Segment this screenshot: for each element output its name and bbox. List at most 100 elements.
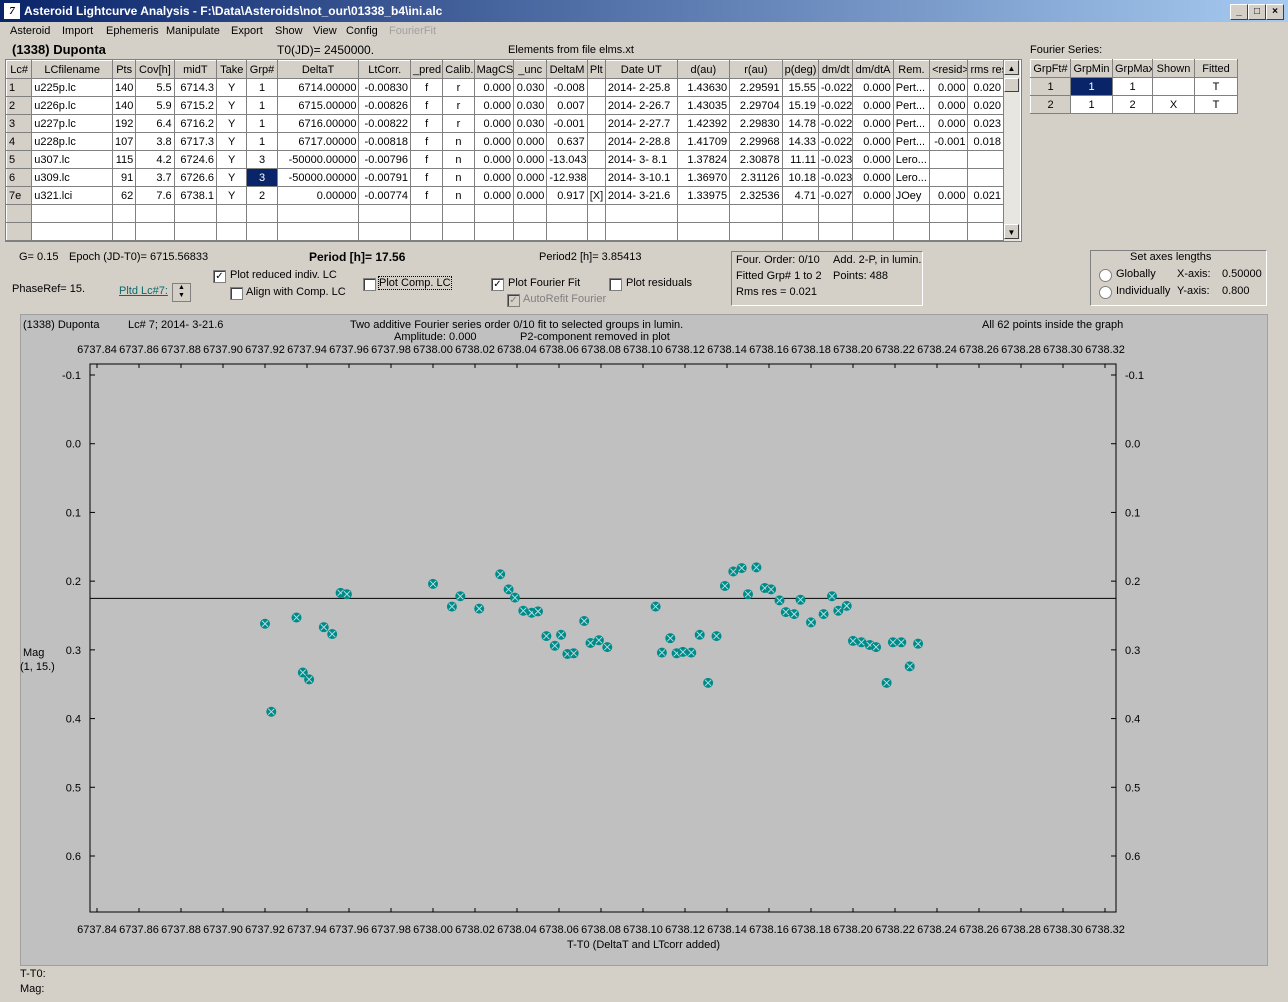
- x-tick-label-top: 6738.04: [497, 344, 537, 356]
- data-point: [848, 635, 858, 646]
- x-tick-label-bottom: 6737.94: [287, 924, 327, 936]
- x-tick-label-bottom: 6737.98: [371, 924, 411, 936]
- x-tick-label-top: 6738.10: [623, 344, 663, 356]
- data-point: [474, 603, 485, 614]
- y-tick-label-left: 0.4: [66, 714, 81, 726]
- data-point: [503, 584, 514, 595]
- x-tick-label-top: 6737.84: [77, 344, 117, 356]
- x-tick-label-top: 6737.90: [203, 344, 243, 356]
- data-point: [896, 637, 907, 648]
- data-point: [556, 629, 567, 640]
- x-tick-label-bottom: 6738.12: [665, 924, 705, 936]
- x-tick-label-top: 6738.30: [1043, 344, 1083, 356]
- x-tick-label-bottom: 6737.92: [245, 924, 285, 936]
- data-point: [818, 609, 829, 620]
- data-point: [789, 609, 800, 620]
- x-tick-label-bottom: 6738.10: [623, 924, 663, 936]
- y-tick-label-right: -0.1: [1125, 370, 1144, 382]
- data-point: [602, 642, 613, 653]
- data-point: [509, 592, 520, 603]
- data-point: [455, 591, 466, 602]
- data-point: [833, 605, 844, 616]
- data-point: [656, 647, 667, 658]
- y-tick-label-left: 0.3: [66, 645, 81, 657]
- x-tick-label-top: 6737.92: [245, 344, 285, 356]
- y-tick-label-left: 0.6: [66, 851, 81, 863]
- data-point: [541, 631, 552, 642]
- data-point: [549, 640, 560, 651]
- y-tick-label-right: 0.5: [1125, 782, 1140, 794]
- x-tick-label-bottom: 6738.08: [581, 924, 621, 936]
- x-tick-label-bottom: 6737.88: [161, 924, 201, 936]
- x-tick-label-top: 6738.08: [581, 344, 621, 356]
- y-tick-label-right: 0.3: [1125, 645, 1140, 657]
- data-point: [495, 569, 506, 580]
- x-tick-label-top: 6738.24: [917, 344, 957, 356]
- data-point: [774, 595, 785, 606]
- data-point: [795, 594, 806, 605]
- x-tick-label-bottom: 6737.84: [77, 924, 117, 936]
- data-point: [871, 642, 882, 653]
- x-tick-label-top: 6738.14: [707, 344, 747, 356]
- x-tick-label-top: 6738.20: [833, 344, 873, 356]
- x-tick-label-bottom: 6738.32: [1085, 924, 1125, 936]
- x-tick-label-top: 6738.02: [455, 344, 495, 356]
- data-point: [806, 617, 816, 628]
- data-point: [428, 578, 438, 589]
- data-point: [304, 674, 315, 685]
- x-tick-label-top: 6738.00: [413, 344, 453, 356]
- x-tick-label-top: 6738.16: [749, 344, 789, 356]
- x-tick-label-bottom: 6737.96: [329, 924, 369, 936]
- y-tick-label-left: 0.2: [66, 576, 81, 588]
- data-point: [766, 584, 777, 595]
- x-tick-label-bottom: 6738.20: [833, 924, 873, 936]
- x-tick-label-top: 6737.94: [287, 344, 327, 356]
- x-tick-label-bottom: 6738.22: [875, 924, 915, 936]
- data-point: [266, 706, 277, 717]
- data-point: [665, 633, 676, 644]
- data-point: [568, 648, 579, 659]
- y-tick-label-left: 0.0: [66, 439, 81, 451]
- data-point: [341, 589, 352, 600]
- x-tick-label-bottom: 6738.26: [959, 924, 999, 936]
- data-point: [904, 661, 915, 672]
- data-point: [881, 677, 892, 688]
- x-tick-label-bottom: 6738.14: [707, 924, 747, 936]
- x-tick-label-bottom: 6738.00: [413, 924, 453, 936]
- lightcurve-chart[interactable]: 6737.846737.846737.866737.866737.886737.…: [0, 0, 1288, 1002]
- x-tick-label-top: 6738.26: [959, 344, 999, 356]
- x-tick-label-top: 6737.96: [329, 344, 369, 356]
- data-point: [751, 562, 762, 573]
- data-point: [694, 629, 705, 640]
- x-tick-label-bottom: 6738.28: [1001, 924, 1041, 936]
- x-tick-label-bottom: 6738.16: [749, 924, 789, 936]
- data-point: [291, 612, 302, 623]
- y-tick-label-left: 0.1: [66, 507, 81, 519]
- x-tick-label-bottom: 6738.02: [455, 924, 495, 936]
- y-tick-label-right: 0.1: [1125, 507, 1140, 519]
- data-point: [736, 563, 747, 574]
- x-tick-label-top: 6738.32: [1085, 344, 1125, 356]
- data-point: [318, 622, 329, 633]
- data-point: [841, 600, 852, 611]
- status-t-t0: T-T0:: [20, 968, 46, 980]
- data-point: [327, 629, 338, 640]
- x-tick-label-bottom: 6738.30: [1043, 924, 1083, 936]
- status-mag: Mag:: [20, 983, 45, 995]
- data-point: [260, 618, 270, 629]
- data-point: [743, 589, 753, 600]
- y-tick-label-right: 0.4: [1125, 714, 1140, 726]
- data-point: [518, 605, 529, 616]
- data-point: [686, 647, 697, 658]
- data-point: [703, 677, 714, 688]
- x-tick-label-top: 6738.06: [539, 344, 579, 356]
- x-tick-label-bottom: 6738.04: [497, 924, 537, 936]
- x-tick-label-bottom: 6737.90: [203, 924, 243, 936]
- x-tick-label-bottom: 6737.86: [119, 924, 159, 936]
- data-point: [533, 606, 543, 617]
- y-tick-label-left: 0.5: [66, 782, 81, 794]
- y-tick-label-right: 0.6: [1125, 851, 1140, 863]
- data-point: [719, 580, 730, 591]
- y-tick-label-right: 0.2: [1125, 576, 1140, 588]
- x-tick-label-bottom: 6738.18: [791, 924, 831, 936]
